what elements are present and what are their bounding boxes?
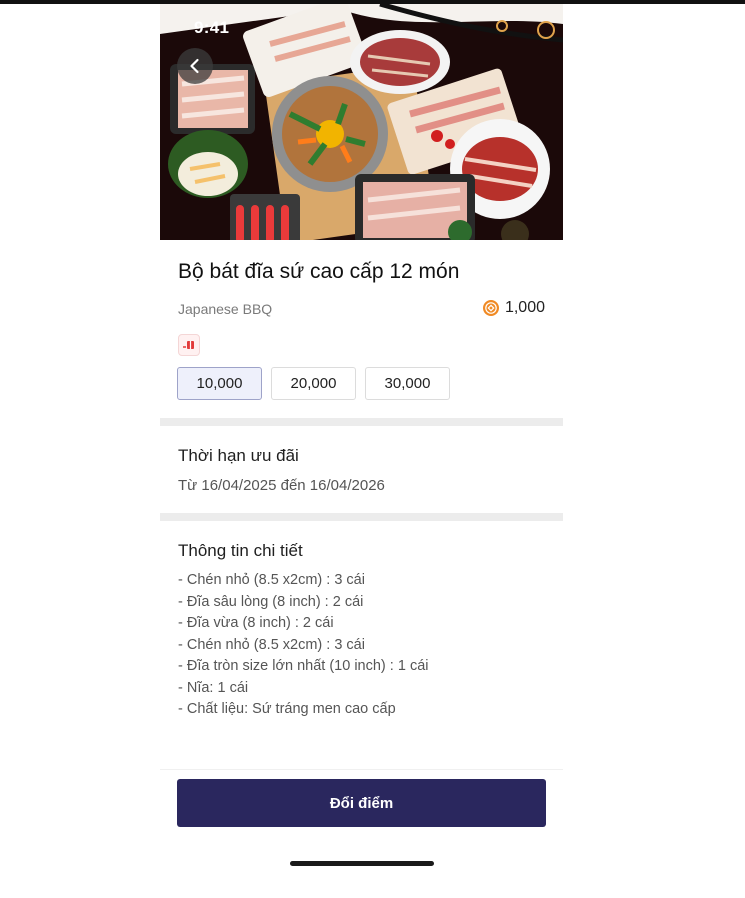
list-item: - Chén nhỏ (8.5 x2cm) : 3 cái bbox=[178, 572, 365, 588]
app-screen: 9:41 Bộ bát đĩa sứ cao cấp 12 món Japane… bbox=[160, 4, 563, 898]
gift-tag-icon bbox=[178, 334, 200, 356]
details-heading: Thông tin chi tiết bbox=[178, 541, 303, 560]
product-hero-image: 9:41 bbox=[160, 4, 563, 240]
list-item: - Đĩa vừa (8 inch) : 2 cái bbox=[178, 615, 334, 631]
points-value: 1,000 bbox=[504, 299, 545, 316]
list-item: - Chén nhỏ (8.5 x2cm) : 3 cái bbox=[178, 636, 365, 653]
list-item: - Nĩa: 1 cái bbox=[178, 679, 249, 696]
footer-divider bbox=[160, 769, 563, 770]
validity-dates: Từ 16/04/2025 đến 16/04/2026 bbox=[178, 477, 385, 494]
points-cost: 1,000 bbox=[482, 299, 545, 317]
home-indicator bbox=[290, 861, 434, 866]
list-item: - Đĩa tròn size lớn nhất (10 inch) : 1 c… bbox=[178, 658, 429, 674]
list-item: - Đĩa sâu lòng (8 inch) : 2 cái bbox=[178, 593, 364, 610]
option-20000[interactable]: 20,000 bbox=[271, 367, 356, 400]
brand-name: Japanese BBQ bbox=[178, 301, 273, 317]
validity-heading: Thời hạn ưu đãi bbox=[178, 446, 299, 465]
coin-icon bbox=[482, 300, 499, 316]
back-button[interactable] bbox=[177, 48, 213, 84]
section-divider bbox=[160, 513, 563, 521]
chevron-left-icon bbox=[190, 58, 199, 74]
bbq-food-photo bbox=[160, 4, 563, 240]
product-title: Bộ bát đĩa sứ cao cấp 12 món bbox=[178, 260, 460, 283]
option-30000[interactable]: 30,000 bbox=[365, 367, 450, 400]
list-item: - Chất liệu: Sứ tráng men cao cấp bbox=[178, 701, 396, 717]
value-options: 10,000 20,000 30,000 bbox=[177, 367, 450, 400]
section-divider bbox=[160, 418, 563, 426]
details-list: - Chén nhỏ (8.5 x2cm) : 3 cái - Đĩa sâu … bbox=[178, 570, 428, 721]
redeem-points-button[interactable]: Đổi điểm bbox=[177, 779, 546, 827]
status-bar-time: 9:41 bbox=[194, 18, 230, 37]
option-10000[interactable]: 10,000 bbox=[177, 367, 262, 400]
